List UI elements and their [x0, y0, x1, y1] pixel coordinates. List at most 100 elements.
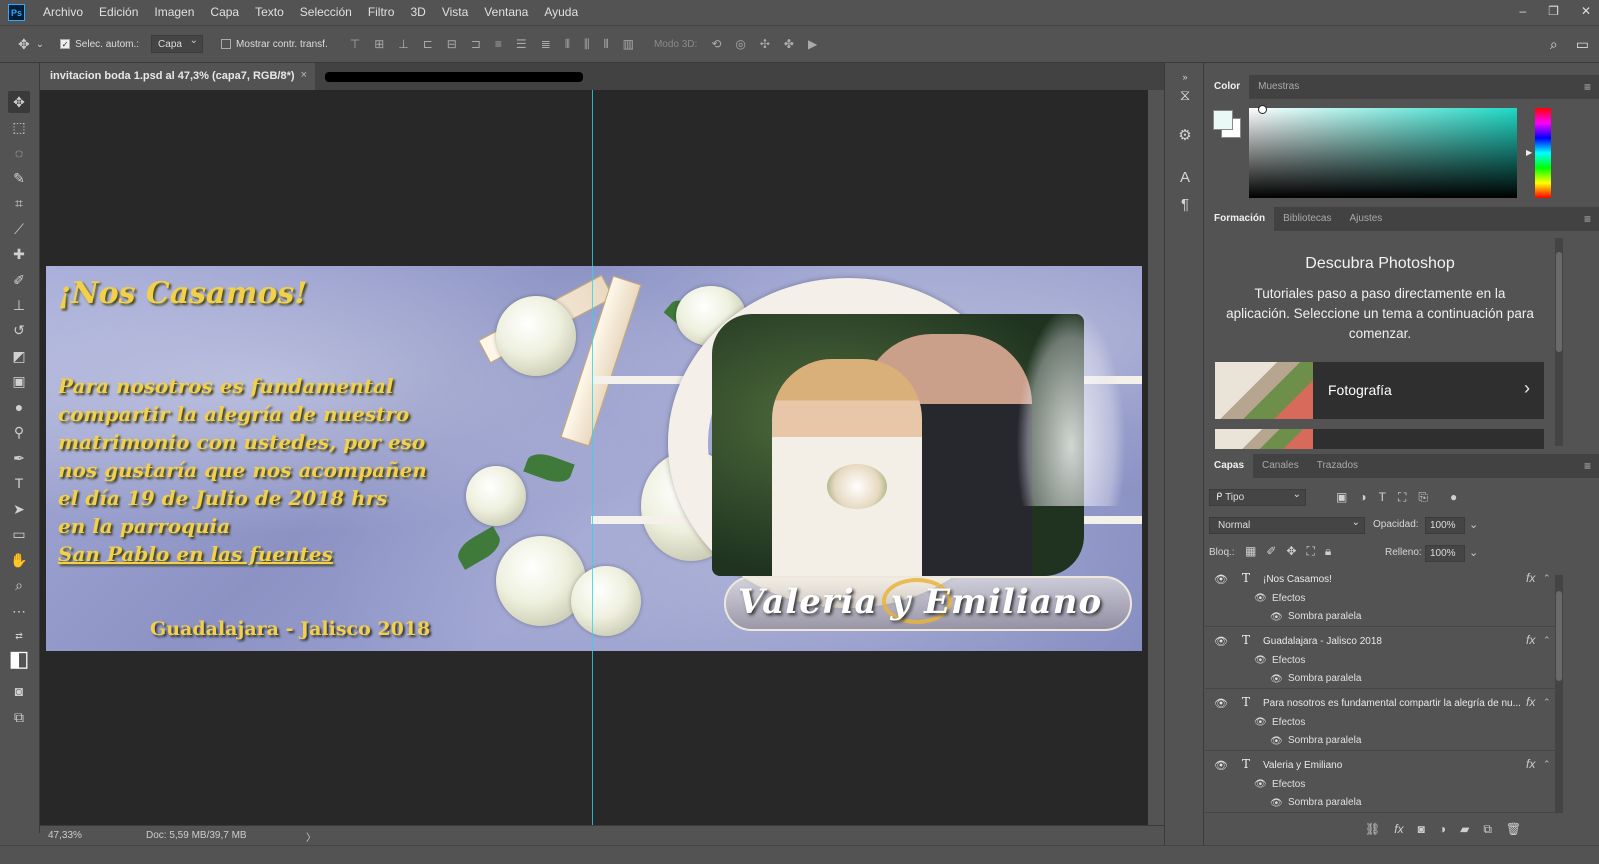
visibility-eye-icon[interactable]: 👁︎: [1270, 612, 1283, 623]
collapse-arrow-icon[interactable]: ⌃: [1543, 697, 1551, 708]
move-tool-icon[interactable]: ✥: [18, 36, 30, 53]
menu-texto[interactable]: Texto: [247, 0, 292, 25]
gradient-tool-icon[interactable]: ▣: [8, 370, 30, 392]
distribute-vcenter-icon[interactable]: ☰: [516, 37, 527, 52]
color-swatches-icon[interactable]: ◧: [8, 646, 30, 671]
layer-name[interactable]: Valeria y Emiliano: [1263, 760, 1525, 771]
visibility-eye-icon[interactable]: 👁︎: [1214, 697, 1228, 710]
auto-select-target-dropdown[interactable]: Capa: [151, 35, 204, 53]
new-layer-icon[interactable]: ⧉: [1483, 822, 1492, 837]
collapse-icon[interactable]: »: [1175, 67, 1195, 87]
learn-card-fotografia[interactable]: Fotografía ›: [1215, 362, 1544, 419]
opacity-dropdown-icon[interactable]: ⌄: [1469, 518, 1478, 531]
layer-filter-dropdown[interactable]: ᑭ Tipo: [1209, 489, 1306, 506]
zoom-level[interactable]: 47,33%: [48, 830, 82, 841]
fx-icon[interactable]: fx: [1526, 695, 1535, 709]
healing-brush-tool-icon[interactable]: ✚: [8, 243, 30, 265]
effect-name[interactable]: Sombra paralela: [1288, 735, 1361, 746]
collapse-arrow-icon[interactable]: ⌃: [1543, 759, 1551, 770]
link-layers-icon[interactable]: ⛓: [1365, 822, 1380, 837]
layer-name[interactable]: Para nosotros es fundamental compartir l…: [1263, 698, 1525, 709]
pan-3d-icon[interactable]: ✣: [760, 37, 770, 51]
show-transform-checkbox[interactable]: [221, 39, 232, 49]
distribute-right-icon[interactable]: ⫴: [604, 37, 609, 52]
tab-bibliotecas[interactable]: Bibliotecas: [1274, 207, 1340, 231]
minimize-icon[interactable]: ‒: [1519, 0, 1526, 22]
distribute-top-icon[interactable]: ≡: [495, 37, 502, 52]
path-select-tool-icon[interactable]: ➤: [8, 498, 30, 520]
crop-tool-icon[interactable]: ⌗: [8, 192, 30, 214]
color-picker-field[interactable]: [1249, 108, 1517, 198]
lock-transparency-icon[interactable]: ▦: [1245, 544, 1256, 559]
visibility-eye-icon[interactable]: 👁︎: [1254, 779, 1267, 790]
collapse-arrow-icon[interactable]: ⌃: [1543, 573, 1551, 584]
quick-select-tool-icon[interactable]: ✎: [8, 167, 30, 189]
chevron-down-icon[interactable]: ⌄: [36, 39, 44, 50]
move-tool-icon[interactable]: ✥: [8, 91, 30, 113]
type-tool-icon[interactable]: T: [8, 472, 30, 494]
add-style-icon[interactable]: fx: [1394, 822, 1403, 837]
blur-tool-icon[interactable]: ●: [8, 396, 30, 418]
menu-capa[interactable]: Capa: [202, 0, 247, 25]
delete-layer-icon[interactable]: 🗑︎: [1506, 822, 1521, 837]
visibility-eye-icon[interactable]: 👁︎: [1214, 573, 1228, 586]
opacity-input[interactable]: 100%: [1425, 517, 1465, 534]
visibility-eye-icon[interactable]: 👁︎: [1254, 593, 1267, 604]
fx-icon[interactable]: fx: [1526, 633, 1535, 647]
filter-shape-icon[interactable]: ⛶: [1398, 490, 1406, 505]
slide-3d-icon[interactable]: ✤: [784, 37, 794, 51]
layer-row[interactable]: 👁︎ T ¡Nos Casamos! fx ⌃ 👁︎ Efectos 👁︎ So…: [1205, 565, 1555, 627]
lock-all-icon[interactable]: 🔒︎: [1325, 544, 1331, 559]
eyedropper-tool-icon[interactable]: ⟋: [8, 218, 30, 240]
history-brush-tool-icon[interactable]: ↺: [8, 319, 30, 341]
menu-filtro[interactable]: Filtro: [360, 0, 403, 25]
tab-color[interactable]: Color: [1205, 75, 1250, 99]
tab-canales[interactable]: Canales: [1253, 454, 1308, 478]
foreground-color-swatch[interactable]: [1213, 110, 1233, 130]
roll-3d-icon[interactable]: ◎: [735, 37, 745, 51]
redacted-tab[interactable]: [325, 72, 583, 82]
brush-tool-icon[interactable]: ✐: [8, 269, 30, 291]
visibility-eye-icon[interactable]: 👁︎: [1214, 635, 1228, 648]
invitation-artwork[interactable]: ¡Nos Casamos! Para nosotros es fundament…: [46, 266, 1142, 651]
learn-card-next[interactable]: [1215, 429, 1544, 449]
learn-scrollbar-thumb[interactable]: [1556, 252, 1562, 352]
layers-scrollbar-thumb[interactable]: [1556, 591, 1562, 681]
hue-slider-marker-icon[interactable]: ▶: [1526, 148, 1532, 157]
eraser-tool-icon[interactable]: ◩: [8, 345, 30, 367]
align-right-icon[interactable]: ⊐: [471, 37, 481, 52]
visibility-eye-icon[interactable]: 👁︎: [1214, 759, 1228, 772]
visibility-eye-icon[interactable]: 👁︎: [1270, 798, 1283, 809]
lock-artboard-icon[interactable]: ⛶: [1306, 544, 1314, 559]
fill-input[interactable]: 100%: [1425, 545, 1465, 562]
effect-name[interactable]: Sombra paralela: [1288, 797, 1361, 808]
effects-label[interactable]: Efectos: [1272, 655, 1305, 666]
menu-ayuda[interactable]: Ayuda: [536, 0, 586, 25]
new-group-icon[interactable]: ▰: [1460, 822, 1469, 837]
filter-adjustment-icon[interactable]: ◑: [1359, 490, 1366, 505]
learn-scrollbar[interactable]: [1555, 238, 1563, 446]
marquee-tool-icon[interactable]: ⬚: [8, 116, 30, 138]
layers-scrollbar[interactable]: [1555, 575, 1563, 813]
pen-tool-icon[interactable]: ✒: [8, 447, 30, 469]
tab-muestras[interactable]: Muestras: [1249, 75, 1308, 99]
align-left-icon[interactable]: ⊏: [423, 37, 433, 52]
hue-slider[interactable]: [1535, 108, 1551, 198]
scale-3d-icon[interactable]: ▶: [808, 37, 817, 51]
layer-row[interactable]: 👁︎ T Valeria y Emiliano fx ⌃ 👁︎ Efectos …: [1205, 751, 1555, 813]
filter-toggle-icon[interactable]: ●: [1450, 490, 1457, 505]
align-hcenter-icon[interactable]: ⊟: [447, 37, 457, 52]
paragraph-panel-icon[interactable]: ¶: [1175, 194, 1195, 214]
vertical-guide[interactable]: [592, 90, 593, 825]
fill-dropdown-icon[interactable]: ⌄: [1469, 546, 1478, 559]
screen-mode-icon[interactable]: ⧉: [8, 706, 30, 728]
lasso-tool-icon[interactable]: ◌: [8, 142, 30, 164]
menu-seleccion[interactable]: Selección: [292, 0, 360, 25]
effects-label[interactable]: Efectos: [1272, 717, 1305, 728]
layer-row[interactable]: 👁︎ T Para nosotros es fundamental compar…: [1205, 689, 1555, 751]
close-icon[interactable]: ✕: [1581, 0, 1591, 22]
search-icon[interactable]: ⌕: [1550, 36, 1558, 53]
tab-ajustes[interactable]: Ajustes: [1340, 207, 1391, 231]
panel-menu-icon[interactable]: ≡: [1584, 80, 1591, 94]
dodge-tool-icon[interactable]: ⚲: [8, 421, 30, 443]
